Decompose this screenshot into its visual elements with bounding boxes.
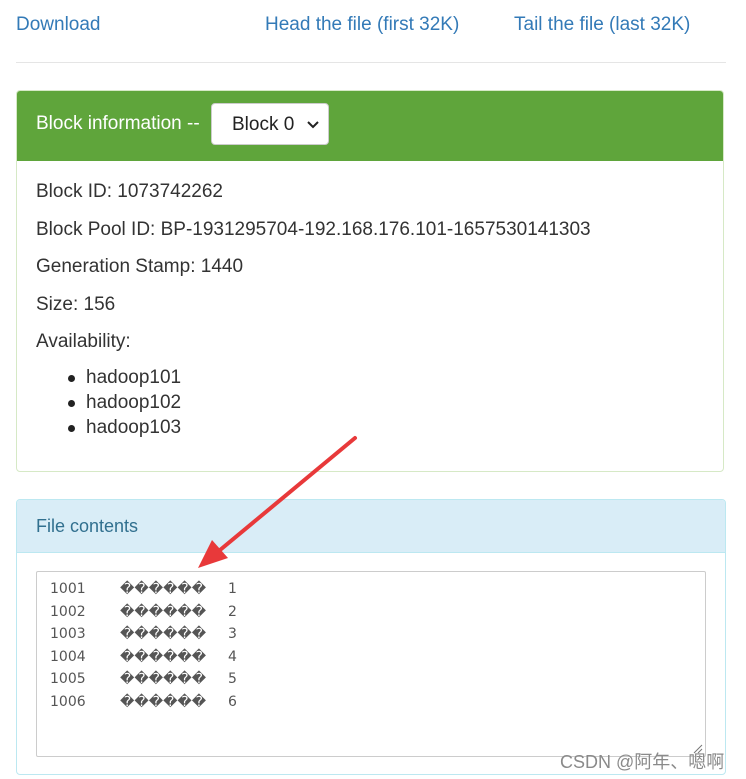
line-garbled-text: ������ (120, 671, 207, 687)
block-pool-id: Block Pool ID: BP-1931295704-192.168.176… (36, 219, 591, 240)
chevron-down-icon (307, 121, 319, 129)
host-name: hadoop102 (86, 392, 182, 413)
bullet-icon (68, 425, 75, 432)
list-item: hadoop103 (36, 417, 181, 442)
line-id: 1003 (50, 626, 86, 642)
block-information-panel: Block information -- Block 0 Block ID: 1… (16, 90, 724, 472)
availability-list: hadoop101 hadoop102 hadoop103 (36, 367, 181, 442)
host-name: hadoop103 (86, 417, 182, 438)
tail-file-link[interactable]: Tail the file (last 32K) (514, 14, 690, 36)
line-value: 1 (228, 581, 237, 597)
line-garbled-text: ������ (120, 626, 207, 642)
line-id: 1001 (50, 581, 86, 597)
line-garbled-text: ������ (120, 581, 207, 597)
block-select-value: Block 0 (232, 114, 295, 135)
divider (16, 62, 726, 63)
list-item: hadoop101 (36, 367, 181, 392)
line-garbled-text: ������ (120, 649, 207, 665)
file-contents-heading: File contents (17, 500, 725, 553)
bullet-icon (68, 375, 75, 382)
csdn-watermark: CSDN @阿年、嗯啊 (560, 752, 725, 772)
line-value: 3 (228, 626, 237, 642)
block-panel-title: Block information -- (36, 113, 200, 134)
hdfs-file-info-page: Download Head the file (first 32K) Tail … (0, 0, 746, 779)
head-file-link[interactable]: Head the file (first 32K) (265, 14, 459, 36)
line-id: 1006 (50, 694, 86, 710)
line-value: 2 (228, 604, 237, 620)
line-id: 1002 (50, 604, 86, 620)
generation-stamp: Generation Stamp: 1440 (36, 256, 244, 277)
block-panel-heading: Block information -- Block 0 (17, 91, 723, 161)
block-select[interactable]: Block 0 (211, 103, 329, 145)
block-id: Block ID: 1073742262 (36, 181, 223, 202)
file-contents-title: File contents (36, 516, 139, 536)
file-contents-textarea[interactable]: 1001 ������ 1 1002 ������ 2 1003 ������ … (36, 571, 706, 757)
line-id: 1005 (50, 671, 86, 687)
line-garbled-text: ������ (120, 694, 207, 710)
line-garbled-text: ������ (120, 604, 207, 620)
availability-label: Availability: (36, 331, 131, 352)
download-link[interactable]: Download (16, 14, 101, 36)
block-size: Size: 156 (36, 294, 116, 315)
file-actions-bar: Download Head the file (first 32K) Tail … (16, 12, 726, 40)
file-contents-panel: File contents 1001 ������ 1 1002 ������ … (16, 499, 726, 775)
host-name: hadoop101 (86, 367, 182, 388)
line-id: 1004 (50, 649, 86, 665)
list-item: hadoop102 (36, 392, 181, 417)
line-value: 4 (228, 649, 237, 665)
line-value: 5 (228, 671, 237, 687)
line-value: 6 (228, 694, 237, 710)
bullet-icon (68, 400, 75, 407)
